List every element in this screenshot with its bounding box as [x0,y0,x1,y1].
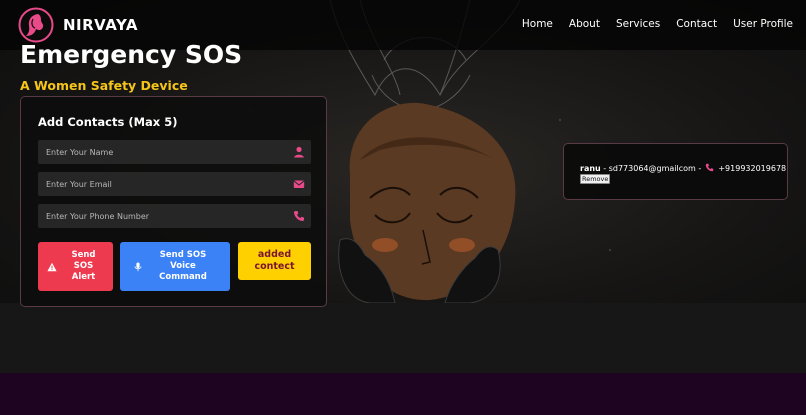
contact-phone: +919932019678 [718,164,787,173]
page-title: Emergency SOS [20,40,243,69]
add-contacts-card: Add Contacts (Max 5) Send SOS Alert [20,96,327,307]
nav-item-contact[interactable]: Contact [676,18,717,30]
microphone-icon [134,262,142,271]
send-sos-voice-label: Send SOS Voice Command [159,250,207,282]
nav-item-home[interactable]: Home [522,18,553,30]
contact-name: ranu [580,164,601,173]
send-sos-alert-label: Send SOS Alert [71,250,96,282]
phone-field-wrapper [38,204,311,228]
nav-item-about[interactable]: About [569,18,600,30]
phone-input[interactable] [38,204,288,228]
footer [0,373,806,415]
warning-triangle-icon [46,262,57,271]
contact-email: sd773064@gmailcom [608,164,696,173]
name-input[interactable] [38,140,288,164]
envelope-icon [293,180,305,188]
remove-contact-button[interactable]: Remove [580,174,611,184]
added-contact-button[interactable]: added contect [238,242,311,280]
nav-menu: Home About Services Contact User Profile [506,18,793,30]
contact-list-card: ranu - sd773064@gmailcom - +919932019678… [563,143,788,200]
page-subtitle: A Women Safety Device [20,78,188,93]
contact-separator: - [603,164,607,173]
send-sos-alert-button[interactable]: Send SOS Alert [38,242,113,291]
email-field-wrapper [38,172,311,196]
contact-separator: - [698,164,702,173]
email-input[interactable] [38,172,288,196]
content-section [0,303,806,373]
phone-icon [294,211,304,221]
user-icon [294,146,304,158]
add-contacts-title: Add Contacts (Max 5) [38,115,178,129]
added-contact-label: added contect [254,249,295,272]
name-field-wrapper [38,140,311,164]
nav-item-user-profile[interactable]: User Profile [733,18,793,30]
nav-item-services[interactable]: Services [616,18,660,30]
contact-item: ranu - sd773064@gmailcom - +919932019678 [580,163,786,173]
brand-name[interactable]: NIRVAYA [63,16,138,34]
send-sos-voice-button[interactable]: Send SOS Voice Command [120,242,230,291]
woman-profile-logo-icon[interactable] [18,7,54,43]
phone-icon [705,163,714,172]
